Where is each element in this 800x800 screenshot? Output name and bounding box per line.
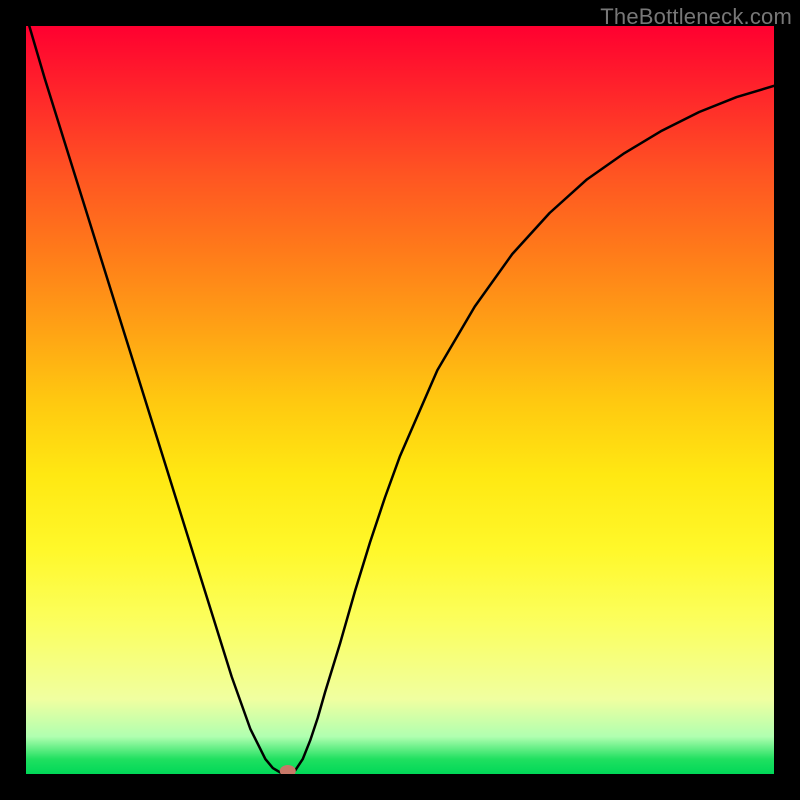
watermark-label: TheBottleneck.com	[600, 4, 792, 30]
chart-plot-area	[26, 26, 774, 774]
